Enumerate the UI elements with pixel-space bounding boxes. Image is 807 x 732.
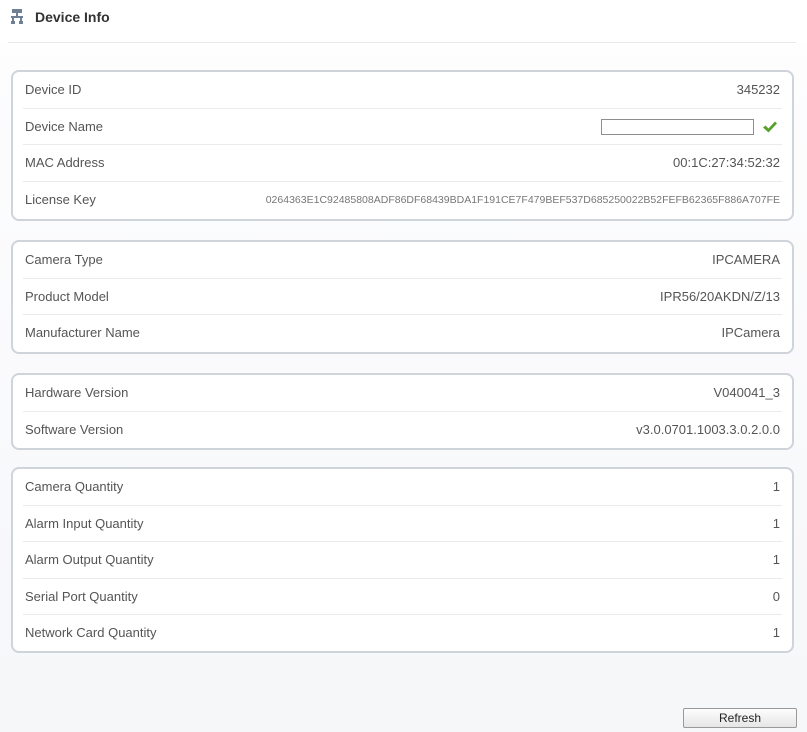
camera-type-value: IPCAMERA bbox=[712, 252, 780, 267]
device-id-row: Device ID 345232 bbox=[23, 72, 782, 109]
software-version-label: Software Version bbox=[25, 421, 124, 437]
mac-address-row: MAC Address 00:1C:27:34:52:32 bbox=[23, 145, 782, 182]
product-model-row: Product Model IPR56/20AKDN/Z/13 bbox=[23, 279, 782, 315]
header-divider bbox=[8, 42, 796, 43]
product-model-label: Product Model bbox=[25, 288, 109, 304]
page-header: Device Info bbox=[0, 0, 807, 44]
alarm-input-quantity-row: Alarm Input Quantity 1 bbox=[23, 506, 782, 542]
mac-address-value: 00:1C:27:34:52:32 bbox=[673, 155, 780, 170]
manufacturer-value: IPCamera bbox=[721, 325, 780, 340]
camera-type-row: Camera Type IPCAMERA bbox=[23, 242, 782, 279]
software-version-row: Software Version v3.0.0701.1003.3.0.2.0.… bbox=[23, 412, 782, 449]
product-model-value: IPR56/20AKDN/Z/13 bbox=[660, 288, 780, 304]
alarm-output-quantity-label: Alarm Output Quantity bbox=[25, 552, 154, 567]
refresh-button[interactable]: Refresh bbox=[683, 708, 797, 728]
manufacturer-row: Manufacturer Name IPCamera bbox=[23, 315, 782, 352]
device-id-label: Device ID bbox=[25, 82, 82, 97]
camera-type-label: Camera Type bbox=[25, 252, 103, 267]
alarm-output-quantity-value: 1 bbox=[772, 552, 780, 567]
alarm-output-quantity-row: Alarm Output Quantity 1 bbox=[23, 542, 782, 579]
device-name-input[interactable] bbox=[601, 118, 754, 135]
product-info-card: Camera Type IPCAMERA Product Model IPR56… bbox=[11, 240, 794, 354]
hardware-version-row: Hardware Version V040041_3 bbox=[23, 375, 782, 412]
checkmark-icon[interactable] bbox=[762, 120, 778, 134]
alarm-input-quantity-value: 1 bbox=[772, 515, 780, 531]
device-name-row: Device Name bbox=[23, 109, 782, 145]
device-name-label: Device Name bbox=[25, 118, 104, 134]
camera-quantity-label: Camera Quantity bbox=[25, 479, 124, 494]
device-identity-card: Device ID 345232 Device Name MAC Address… bbox=[11, 70, 794, 221]
device-id-value: 345232 bbox=[736, 82, 780, 97]
software-version-value: v3.0.0701.1003.3.0.2.0.0 bbox=[636, 421, 780, 437]
license-key-label: License Key bbox=[25, 191, 96, 207]
hardware-version-label: Hardware Version bbox=[25, 385, 129, 400]
mac-address-label: MAC Address bbox=[25, 155, 105, 170]
camera-quantity-row: Camera Quantity 1 bbox=[23, 469, 782, 506]
hardware-version-value: V040041_3 bbox=[713, 385, 780, 400]
serial-port-quantity-row: Serial Port Quantity 0 bbox=[23, 579, 782, 615]
manufacturer-label: Manufacturer Name bbox=[25, 325, 140, 340]
network-card-quantity-row: Network Card Quantity 1 bbox=[23, 615, 782, 652]
alarm-input-quantity-label: Alarm Input Quantity bbox=[25, 515, 144, 531]
camera-quantity-value: 1 bbox=[772, 479, 780, 494]
license-key-row: License Key 0264363E1C92485808ADF86DF684… bbox=[23, 182, 782, 219]
page-title: Device Info bbox=[35, 9, 110, 25]
device-tree-icon bbox=[10, 8, 24, 26]
serial-port-quantity-label: Serial Port Quantity bbox=[25, 588, 138, 604]
serial-port-quantity-value: 0 bbox=[772, 588, 780, 604]
network-card-quantity-value: 1 bbox=[772, 625, 780, 640]
network-card-quantity-label: Network Card Quantity bbox=[25, 625, 157, 640]
quantity-info-card: Camera Quantity 1 Alarm Input Quantity 1… bbox=[11, 467, 794, 653]
version-info-card: Hardware Version V040041_3 Software Vers… bbox=[11, 373, 794, 450]
license-key-value: 0264363E1C92485808ADF86DF68439BDA1F191CE… bbox=[265, 193, 780, 206]
device-info-page: Device Info Device ID 345232 Device Name… bbox=[0, 0, 807, 732]
